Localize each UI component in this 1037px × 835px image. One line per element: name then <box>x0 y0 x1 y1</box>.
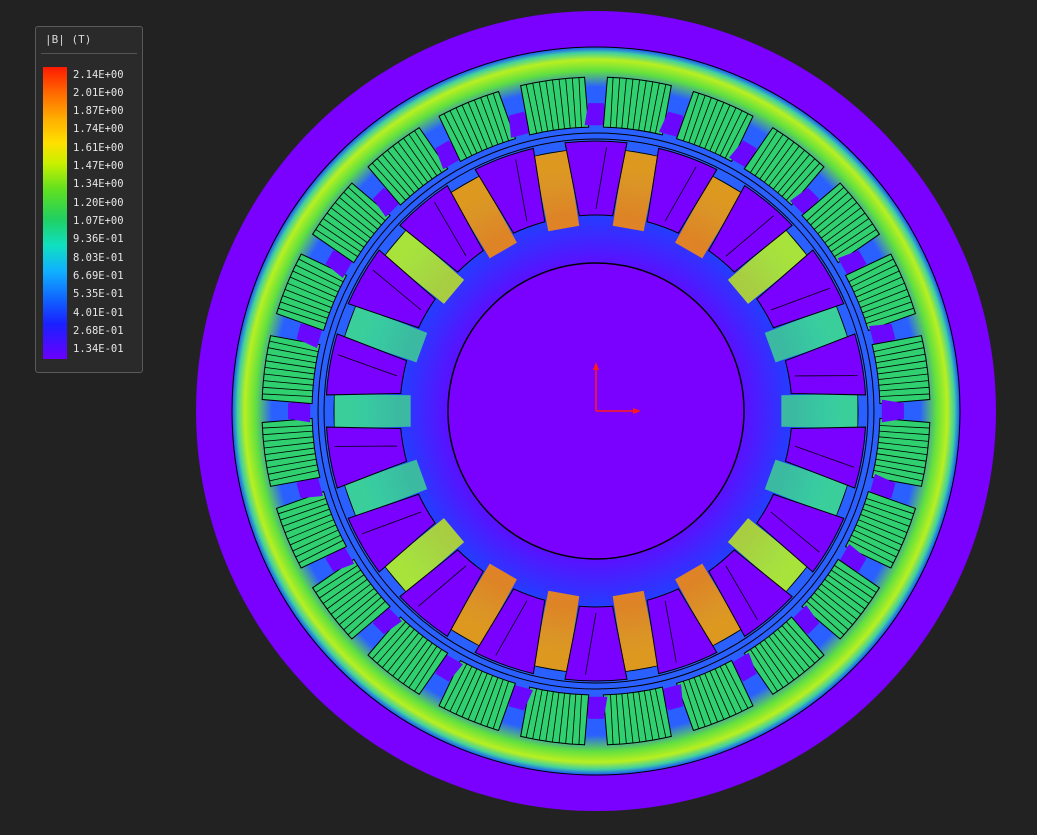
stator-slot-gap <box>881 399 904 423</box>
field-plot-canvas[interactable] <box>0 0 1037 835</box>
rotor-tooth <box>334 393 411 429</box>
rotor-tooth <box>781 393 858 429</box>
